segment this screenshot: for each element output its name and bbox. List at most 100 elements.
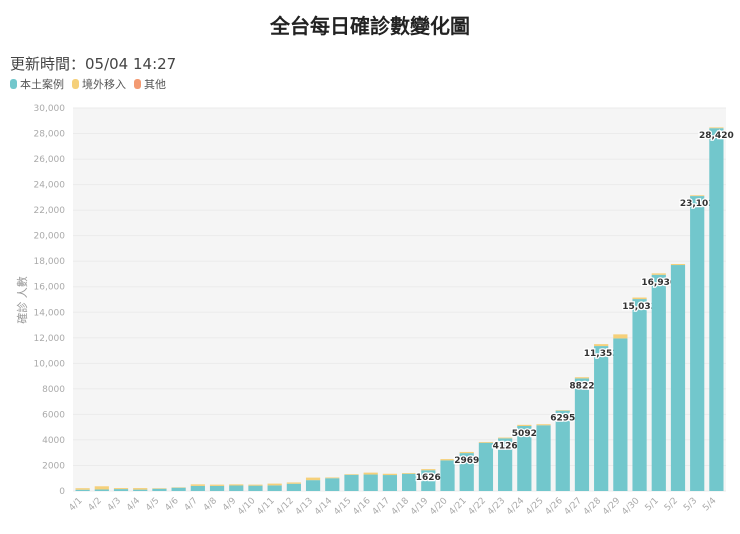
- y-tick-label: 22,000: [34, 206, 66, 216]
- y-tick-label: 10,000: [34, 359, 66, 369]
- bar-imported[interactable]: [344, 474, 359, 475]
- bar-local[interactable]: [133, 489, 148, 491]
- bar-imported[interactable]: [401, 472, 417, 474]
- bar-local[interactable]: [286, 483, 301, 491]
- bar-local[interactable]: [171, 487, 186, 491]
- bar-imported[interactable]: [594, 344, 609, 347]
- bar-imported[interactable]: [75, 488, 90, 490]
- bar-local[interactable]: [229, 485, 244, 491]
- x-tick-label: 4/5: [144, 496, 161, 513]
- x-tick-label: 5/3: [682, 496, 699, 513]
- bar-local[interactable]: [75, 489, 90, 491]
- bar-local[interactable]: [94, 489, 109, 491]
- bar-imported[interactable]: [248, 484, 263, 486]
- bar-local[interactable]: [613, 338, 628, 491]
- bar-local[interactable]: [632, 299, 647, 491]
- bar-local[interactable]: [363, 474, 378, 491]
- y-tick-label: 28,000: [34, 130, 66, 140]
- bar-local[interactable]: [209, 485, 225, 491]
- bar-imported[interactable]: [209, 484, 225, 486]
- bar-imported[interactable]: [190, 484, 205, 486]
- bar-local[interactable]: [440, 460, 455, 491]
- x-tick-label: 5/1: [644, 496, 661, 513]
- plot-area: [73, 108, 726, 491]
- bar-imported[interactable]: [152, 488, 167, 489]
- x-tick-label: 4/27: [563, 496, 584, 517]
- bar-local[interactable]: [382, 475, 398, 491]
- x-tick-label: 5/4: [701, 496, 719, 514]
- x-tick-label: 4/16: [351, 496, 373, 518]
- x-tick-label: 4/15: [332, 496, 353, 517]
- bar-imported[interactable]: [382, 473, 398, 476]
- y-tick-label: 12,000: [34, 334, 66, 344]
- x-tick-label: 4/17: [371, 496, 392, 517]
- bar-imported[interactable]: [536, 424, 551, 426]
- bar-chart: 0 2000 4000 6000 8000 10,000 12,000 14,000 16,00…: [15, 104, 735, 518]
- bar-local[interactable]: [113, 489, 129, 491]
- x-tick-label: 4/10: [236, 496, 258, 518]
- bar-imported[interactable]: [478, 441, 494, 443]
- y-tick-label: 30,000: [34, 104, 66, 114]
- bar-imported[interactable]: [555, 410, 570, 411]
- bar-imported[interactable]: [517, 424, 532, 426]
- bar-imported[interactable]: [651, 273, 666, 275]
- bar-local[interactable]: [651, 274, 666, 491]
- bar-imported[interactable]: [113, 488, 129, 490]
- x-tick-label: 4/14: [313, 496, 335, 518]
- y-tick-label: 24,000: [34, 181, 66, 191]
- x-tick-label: 4/7: [183, 496, 200, 513]
- bar-imported[interactable]: [325, 477, 340, 479]
- y-tick-label: 6000: [42, 410, 65, 420]
- bar-imported[interactable]: [690, 195, 705, 197]
- bar-local[interactable]: [478, 442, 494, 491]
- bar-imported[interactable]: [459, 451, 474, 454]
- bar-local[interactable]: [574, 378, 590, 491]
- bar-imported[interactable]: [94, 486, 109, 490]
- x-tick-label: 4/6: [163, 496, 181, 514]
- bar-local[interactable]: [401, 473, 417, 491]
- y-axis-label: 確診 人數: [15, 276, 29, 324]
- bar-local[interactable]: [594, 346, 609, 491]
- bar-imported[interactable]: [613, 334, 628, 339]
- bar-local[interactable]: [248, 485, 263, 491]
- x-tick-label: 4/29: [601, 496, 623, 518]
- x-tick-label: 4/2: [87, 496, 104, 513]
- bar-imported[interactable]: [670, 264, 686, 266]
- y-tick-label: 14,000: [34, 308, 66, 318]
- x-tick-label: 4/28: [582, 496, 604, 518]
- data-label: 2969: [454, 456, 479, 466]
- bar-imported[interactable]: [421, 469, 436, 471]
- bar-imported[interactable]: [363, 472, 378, 475]
- bar-imported[interactable]: [305, 477, 321, 481]
- bar-imported[interactable]: [498, 437, 513, 439]
- y-tick-label: 8000: [42, 385, 65, 395]
- bar-imported[interactable]: [229, 484, 244, 486]
- data-label: 1626: [416, 473, 441, 483]
- bar-local[interactable]: [344, 474, 359, 491]
- bar-imported[interactable]: [440, 459, 455, 461]
- bar-imported[interactable]: [286, 482, 301, 484]
- bar-imported[interactable]: [267, 483, 282, 486]
- bar-local[interactable]: [325, 478, 340, 491]
- x-tick-label: 4/19: [409, 496, 431, 518]
- x-tick-label: 4/25: [524, 496, 545, 517]
- x-tick-label: 4/26: [544, 496, 566, 518]
- bar-local[interactable]: [690, 196, 705, 492]
- data-label: 8822: [569, 381, 594, 391]
- y-tick-label: 4000: [42, 436, 65, 446]
- x-tick-label: 4/30: [620, 496, 642, 518]
- bar-local[interactable]: [190, 485, 205, 491]
- bar-local[interactable]: [709, 128, 724, 491]
- bar-local[interactable]: [670, 265, 686, 491]
- x-tick-label: 4/4: [125, 496, 143, 514]
- bar-local[interactable]: [305, 480, 321, 491]
- x-tick-label: 4/1: [67, 496, 84, 513]
- bar-local[interactable]: [536, 425, 551, 491]
- bar-imported[interactable]: [709, 127, 724, 129]
- bar-local[interactable]: [152, 488, 167, 491]
- bar-imported[interactable]: [133, 488, 148, 490]
- bar-imported[interactable]: [574, 377, 590, 379]
- bar-local[interactable]: [267, 485, 282, 491]
- data-label: 5092: [512, 429, 537, 439]
- bar-imported[interactable]: [632, 297, 647, 300]
